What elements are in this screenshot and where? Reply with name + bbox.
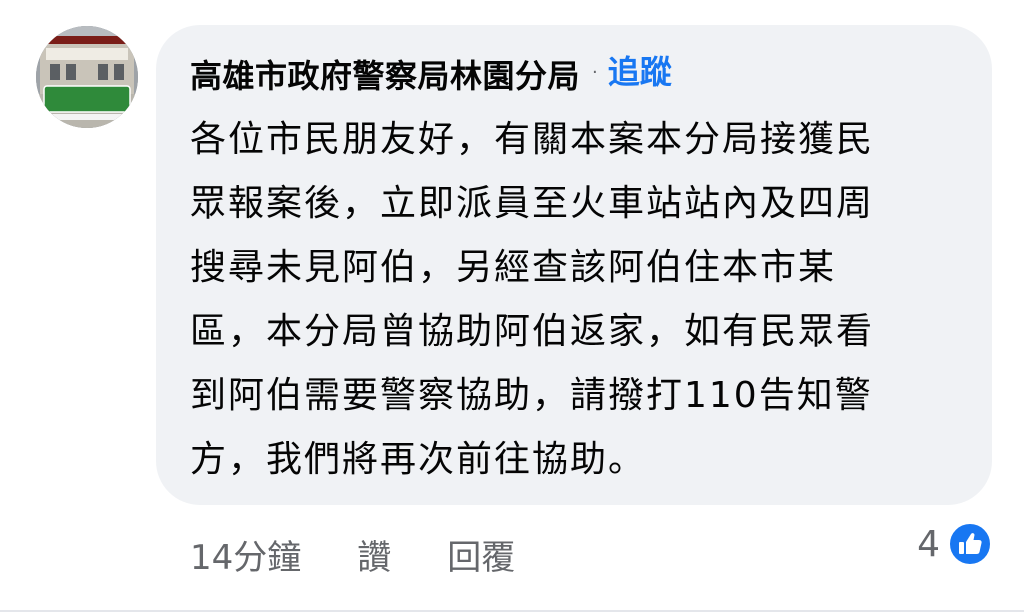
comment-text-line: 搜尋未見阿伯，另經查該阿伯住本市某 <box>190 247 837 288</box>
follow-button[interactable]: 追蹤 <box>608 47 672 93</box>
thumbs-up-icon <box>948 522 992 566</box>
comment-header: 高雄市政府警察局林園分局 · 追蹤 <box>190 48 672 100</box>
reply-button[interactable]: 回覆 <box>447 530 515 579</box>
building-photo-icon <box>36 26 138 128</box>
reaction-summary[interactable]: 4 <box>917 520 992 568</box>
comment-text-line: 各位市民朋友好，有關本案本分局接獲民 <box>190 119 875 160</box>
comment-text-line: 方，我們將再次前往協助。 <box>190 439 647 480</box>
comment-text-line: 眾報案後，立即派員至火車站站內及四周 <box>190 183 875 224</box>
comment-actions: 14分鐘 讚 回覆 <box>190 528 515 580</box>
avatar[interactable] <box>36 26 138 128</box>
comment-text: 各位市民朋友好，有關本案本分局接獲民 眾報案後，立即派員至火車站站內及四周 搜尋… <box>190 108 950 492</box>
author-name[interactable]: 高雄市政府警察局林園分局 <box>190 51 580 97</box>
comment-text-line: 到阿伯需要警察協助，請撥打110告知警 <box>190 375 873 416</box>
comment-text-line: 區，本分局曾協助阿伯返家，如有民眾看 <box>190 311 875 352</box>
comment-container: 高雄市政府警察局林園分局 · 追蹤 各位市民朋友好，有關本案本分局接獲民 眾報案… <box>0 0 1024 612</box>
like-button[interactable]: 讚 <box>357 530 391 579</box>
separator-dot: · <box>592 61 598 83</box>
timestamp[interactable]: 14分鐘 <box>190 530 301 579</box>
reaction-count: 4 <box>917 523 940 565</box>
